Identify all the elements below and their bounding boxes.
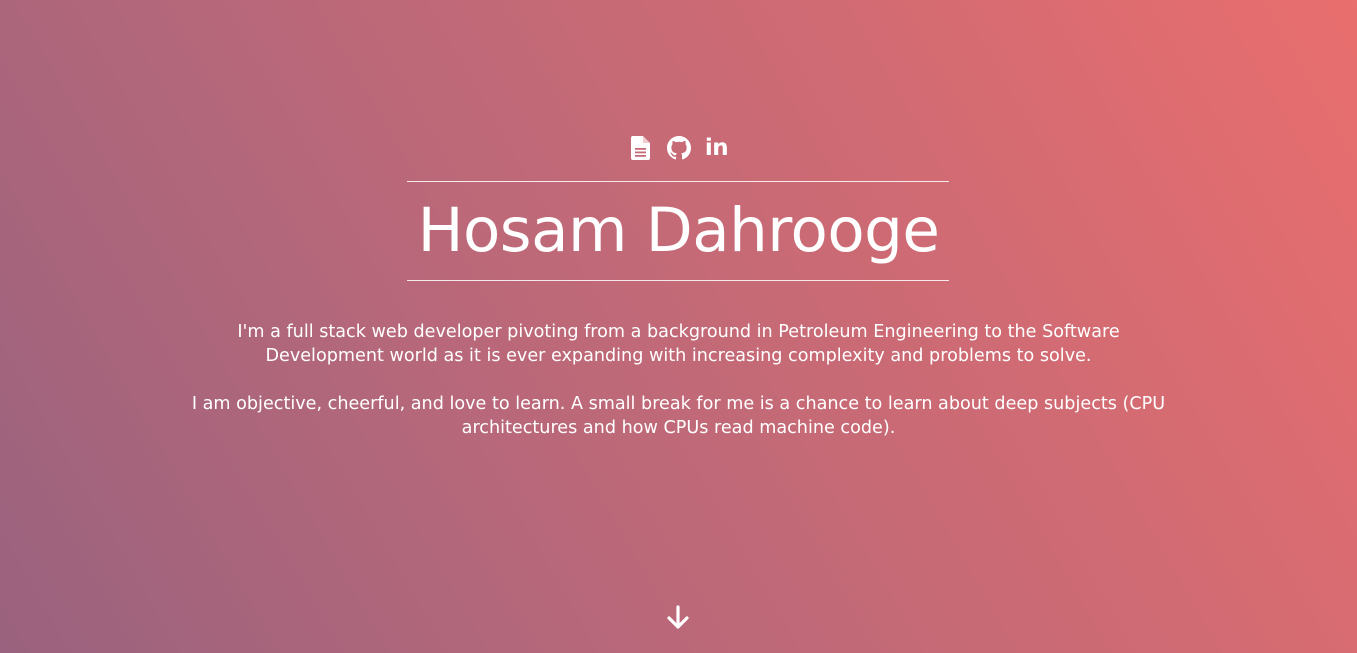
- about-paragraph-1: I'm a full stack web developer pivoting …: [237, 322, 1120, 366]
- social-links: in: [0, 135, 1357, 161]
- linkedin-link[interactable]: in: [705, 135, 729, 161]
- hero-section: in Hosam Dahrooge I'm a full stack web d…: [0, 0, 1357, 653]
- github-link[interactable]: [666, 135, 691, 161]
- arrow-down-icon: [666, 605, 690, 635]
- scroll-down-button[interactable]: [666, 605, 690, 635]
- about-text: I'm a full stack web developer pivoting …: [178, 320, 1179, 440]
- page-title: Hosam Dahrooge: [417, 195, 940, 266]
- about-paragraph-2: I am objective, cheerful, and love to le…: [191, 394, 1166, 438]
- resume-link[interactable]: [629, 135, 653, 161]
- title-divider-bottom: [407, 280, 949, 281]
- linkedin-icon: in: [704, 135, 729, 161]
- github-icon: [666, 136, 691, 160]
- title-divider-top: [407, 181, 949, 182]
- file-document-icon: [631, 136, 650, 160]
